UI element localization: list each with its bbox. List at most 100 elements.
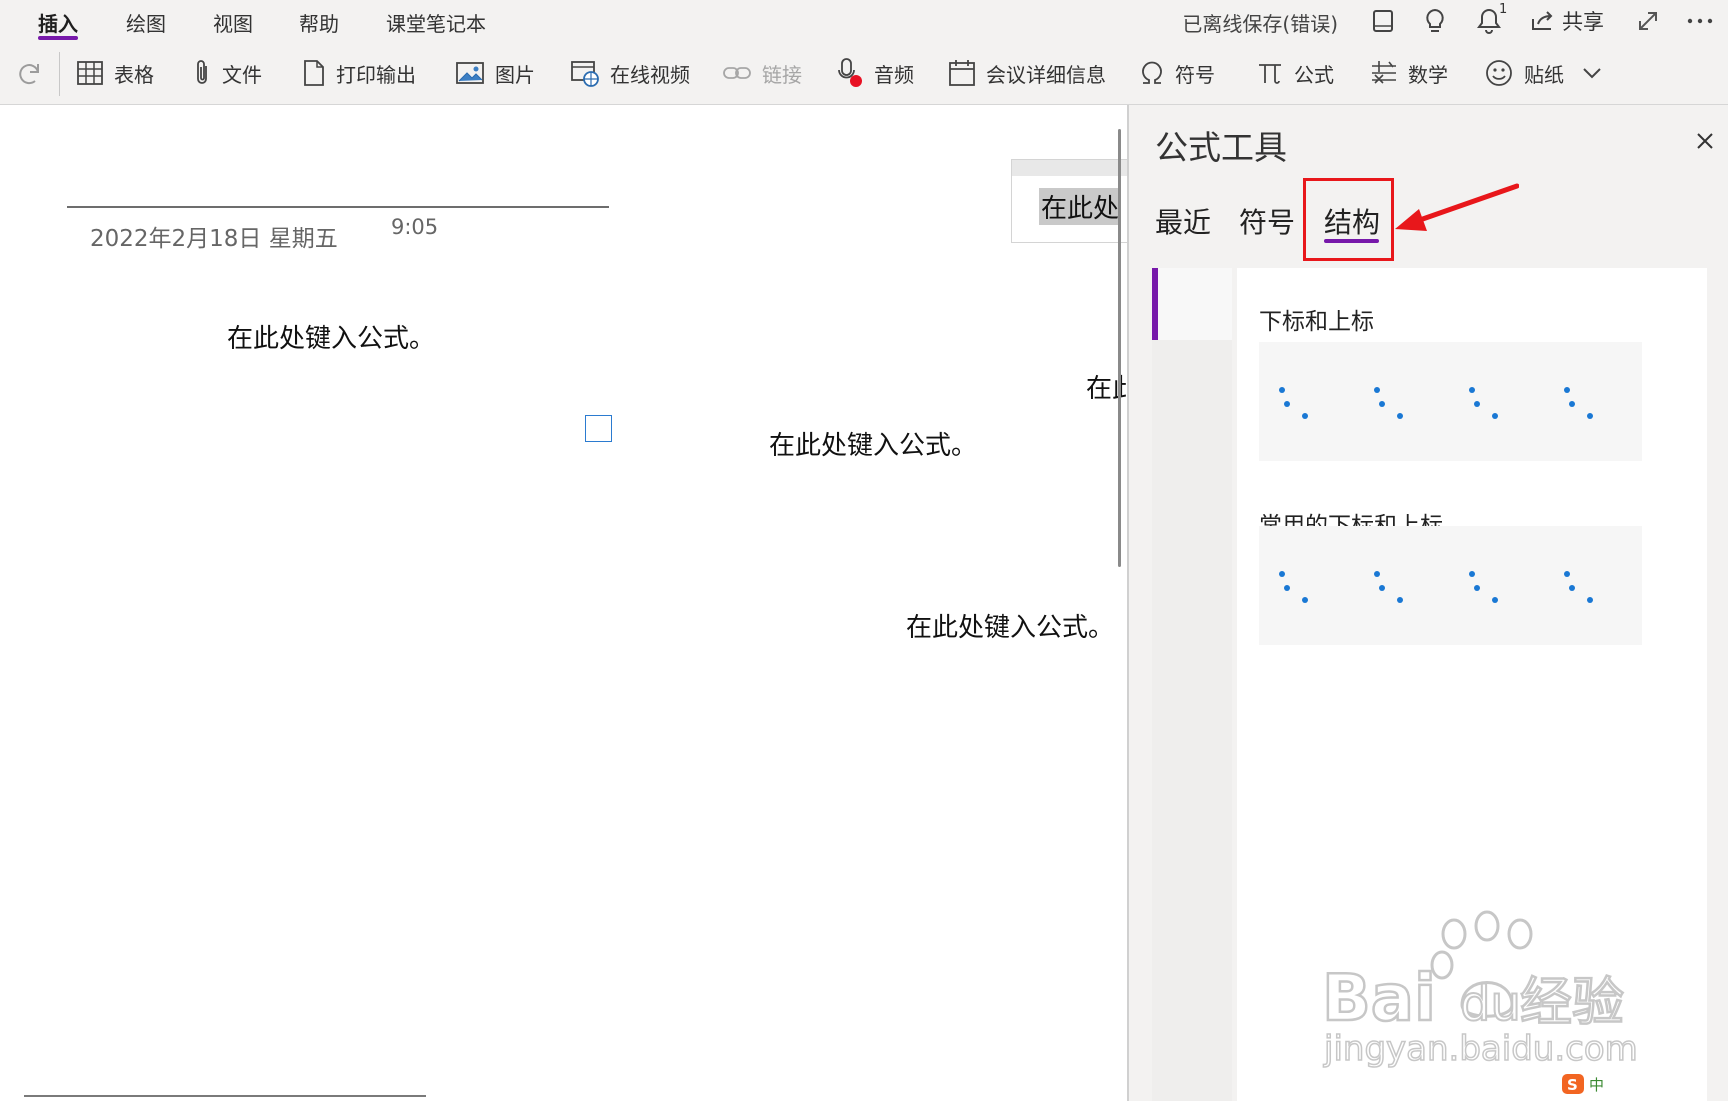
annotation-arrow [1395,183,1519,231]
placeholder-dot [1474,401,1480,407]
structure-tile[interactable] [1544,342,1642,461]
picture-label: 图片 [495,62,535,87]
watermark-suffix: 经验 [1520,973,1624,1033]
svg-text:S: S [1567,1076,1578,1094]
baidu-jingyan-watermark: Bai du 经验 jingyan.baidu.com [1322,910,1639,1070]
insert-table-button[interactable]: 表格 [76,55,154,91]
active-tab-indicator [38,36,78,40]
ribbon-expand-button[interactable] [1581,55,1603,91]
link-label: 链接 [762,62,802,87]
selected-equation-text[interactable]: 在此处 [1039,188,1122,225]
paperclip-icon [197,60,207,84]
share-button[interactable]: 共享 [1530,6,1604,36]
placeholder-dot [1379,401,1385,407]
omega-icon [1142,61,1162,84]
more-options-icon[interactable] [1683,4,1717,38]
online-video-label: 在线视频 [610,62,690,87]
ime-indicator[interactable]: S 中 [1561,1073,1604,1095]
placeholder-dot [1587,597,1593,603]
structure-tile[interactable] [1449,526,1547,645]
tab-symbols[interactable]: 符号 [1239,201,1295,241]
online-video-icon [571,61,599,87]
equation-placeholder-3[interactable]: 在此处键入公式。 [906,607,1114,644]
structure-tile[interactable] [1544,526,1642,645]
insert-printout-button[interactable]: 打印输出 [302,55,416,91]
sogou-icon: S [1562,1074,1584,1094]
close-pane-button[interactable] [1689,125,1721,157]
close-icon [1697,133,1713,149]
structure-tile[interactable] [1449,342,1547,461]
tab-insert[interactable]: 插入 [38,8,78,37]
tab-draw[interactable]: 绘图 [126,8,166,37]
insert-symbol-button[interactable]: 符号 [1139,55,1215,91]
category-list [1152,268,1232,1101]
redo-icon [19,64,39,85]
sticker-button[interactable]: 贴纸 [1484,55,1564,91]
placeholder-dot [1587,413,1593,419]
insert-picture-button[interactable]: 图片 [455,55,535,91]
container-handle[interactable] [1012,160,1128,176]
selected-equation-container[interactable]: 在此处 [1011,159,1128,243]
page-title-line[interactable] [67,206,609,208]
placeholder-dot [1469,571,1475,577]
category-scripts[interactable] [1152,268,1232,340]
equation-placeholder-1[interactable]: 在此处键入公式。 [227,318,435,355]
page-time: 9:05 [391,215,439,239]
insert-file-button[interactable]: 文件 [192,55,262,91]
insert-link-button[interactable]: 链接 [722,55,802,91]
watermark-brand: Bai [1322,962,1436,1036]
placeholder-dot [1279,387,1285,393]
tab-view[interactable]: 视图 [213,8,253,37]
placeholder-dot [1564,387,1570,393]
equation-placeholder-2[interactable]: 在此处键入公式。 [769,425,977,462]
notebook-icon[interactable] [1366,4,1400,38]
placeholder-dot [1474,585,1480,591]
pane-title: 公式工具 [1155,128,1287,167]
structure-tile[interactable] [1354,342,1452,461]
math-label: 数学 [1408,62,1448,87]
math-icon [1372,61,1396,84]
placeholder-dot [1279,571,1285,577]
page-bottom-line [24,1095,426,1097]
ime-mode: 中 [1589,1075,1605,1094]
table-label: 表格 [114,62,154,87]
placeholder-dot [1397,597,1403,603]
meeting-details-label: 会议详细信息 [986,62,1106,87]
empty-equation-box[interactable] [585,415,612,442]
file-label: 文件 [222,62,262,87]
placeholder-dot [1492,413,1498,419]
lightbulb-icon[interactable] [1418,4,1452,38]
microphone-icon [838,58,862,87]
structure-tile[interactable] [1354,526,1452,645]
redo-button[interactable] [14,55,44,91]
placeholder-dot [1564,571,1570,577]
link-icon [723,67,751,79]
math-button[interactable]: 数学 [1370,55,1448,91]
equation-fragment[interactable]: 在此 [1086,368,1128,405]
placeholder-dot [1379,585,1385,591]
tab-class-notebook[interactable]: 课堂笔记本 [386,8,486,37]
structure-tile[interactable] [1259,526,1357,645]
placeholder-dot [1469,387,1475,393]
sync-status[interactable]: 已离线保存(错误) [1182,8,1338,37]
insert-online-video-button[interactable]: 在线视频 [570,55,690,91]
tab-recent[interactable]: 最近 [1155,201,1211,241]
structure-tile[interactable] [1259,342,1357,461]
meeting-details-button[interactable]: 会议详细信息 [948,55,1106,91]
placeholder-dot [1397,413,1403,419]
placeholder-dot [1302,597,1308,603]
equation-tools-pane: 公式工具 最近 符号 结构 下标和上标 常用的下标和上标 Bai du 经验 j… [1127,105,1728,1101]
record-audio-button[interactable]: 音频 [836,55,914,91]
insert-equation-button[interactable]: 公式 [1256,55,1334,91]
picture-icon [456,62,484,84]
placeholder-dot [1569,585,1575,591]
tab-help[interactable]: 帮助 [299,8,339,37]
vertical-scrollbar[interactable] [1118,129,1121,567]
annotation-highlight-box [1303,178,1394,261]
note-page[interactable]: 2022年2月18日 星期五 9:05 在此处键入公式。 在此处键入公式。 在此… [0,105,1128,1101]
placeholder-dot [1492,597,1498,603]
pi-icon [1259,64,1281,84]
toolbar-divider [59,52,60,96]
bell-icon[interactable]: 1 [1472,2,1507,38]
expand-icon[interactable] [1631,4,1665,38]
